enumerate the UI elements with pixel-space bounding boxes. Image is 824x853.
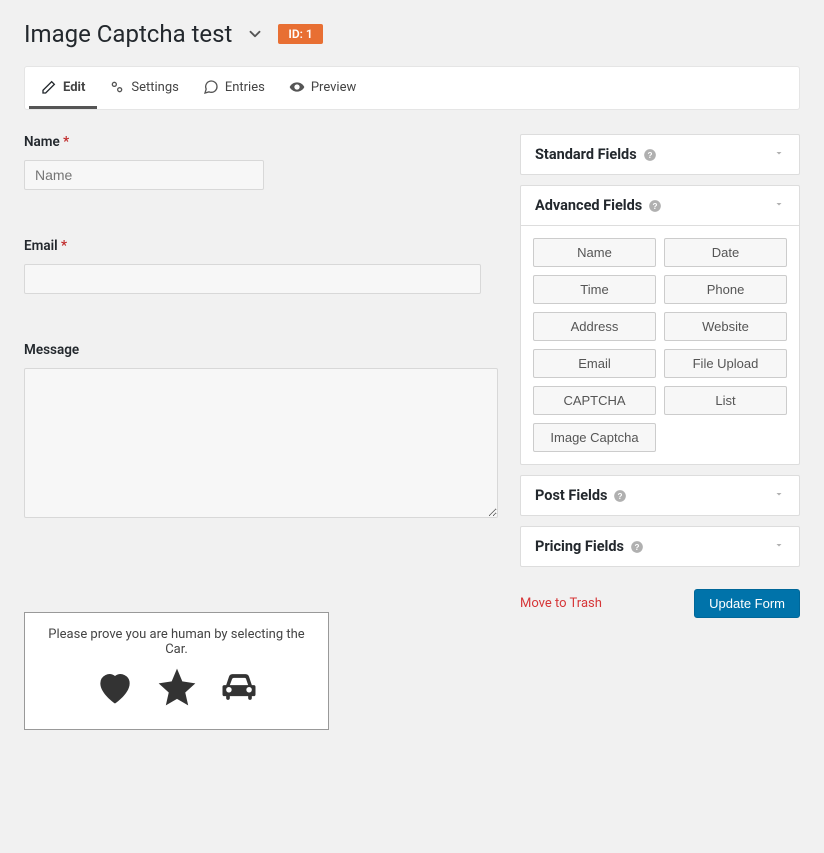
caret-down-icon — [773, 198, 785, 214]
form-canvas: Name * Email * Message Please prove you … — [24, 134, 498, 730]
tab-entries[interactable]: Entries — [191, 67, 277, 109]
form-id-badge: ID: 1 — [278, 24, 322, 44]
update-form-button[interactable]: Update Form — [694, 589, 800, 618]
section-title: Post Fields — [535, 487, 607, 504]
form-switcher-chevron-down-icon[interactable] — [246, 25, 264, 43]
caret-down-icon — [773, 488, 785, 504]
add-field-image-captcha[interactable]: Image Captcha — [533, 423, 656, 452]
caret-down-icon — [773, 147, 785, 163]
fields-sidebar: Standard Fields ? Advanced Fields — [520, 134, 800, 618]
tab-edit[interactable]: Edit — [29, 67, 97, 109]
tab-settings[interactable]: Settings — [97, 67, 190, 109]
required-star: * — [61, 238, 67, 254]
star-icon[interactable] — [155, 665, 199, 713]
name-input[interactable] — [24, 160, 264, 190]
field-email[interactable]: Email * — [24, 238, 498, 294]
field-label-message: Message — [24, 342, 498, 358]
image-captcha-box: Please prove you are human by selecting … — [24, 612, 329, 730]
gear-icon — [109, 79, 125, 95]
tab-label: Edit — [63, 80, 85, 95]
svg-text:?: ? — [618, 491, 623, 500]
message-textarea[interactable] — [24, 368, 498, 518]
caret-down-icon — [773, 539, 785, 555]
pricing-fields-header[interactable]: Pricing Fields ? — [521, 527, 799, 566]
captcha-prompt: Please prove you are human by selecting … — [45, 627, 308, 657]
add-field-name[interactable]: Name — [533, 238, 656, 267]
help-icon[interactable]: ? — [643, 148, 657, 162]
add-field-phone[interactable]: Phone — [664, 275, 787, 304]
tab-preview[interactable]: Preview — [277, 67, 368, 109]
add-field-email[interactable]: Email — [533, 349, 656, 378]
field-label-name: Name * — [24, 134, 498, 150]
svg-text:?: ? — [647, 150, 652, 159]
tab-label: Entries — [225, 80, 265, 95]
add-field-date[interactable]: Date — [664, 238, 787, 267]
advanced-fields-header[interactable]: Advanced Fields ? — [521, 186, 799, 225]
form-actions: Move to Trash Update Form — [520, 589, 800, 618]
form-title: Image Captcha test — [24, 20, 232, 48]
add-field-time[interactable]: Time — [533, 275, 656, 304]
section-title: Pricing Fields — [535, 538, 624, 555]
tab-label: Preview — [311, 80, 356, 95]
tab-label: Settings — [131, 80, 178, 95]
standard-fields-header[interactable]: Standard Fields ? — [521, 135, 799, 174]
email-input[interactable] — [24, 264, 481, 294]
standard-fields-section: Standard Fields ? — [520, 134, 800, 175]
field-label-email: Email * — [24, 238, 498, 254]
svg-text:?: ? — [653, 201, 658, 210]
help-icon[interactable]: ? — [648, 199, 662, 213]
required-star: * — [63, 134, 69, 150]
field-message[interactable]: Message — [24, 342, 498, 522]
add-field-website[interactable]: Website — [664, 312, 787, 341]
edit-icon — [41, 79, 57, 95]
eye-icon — [289, 79, 305, 95]
car-icon[interactable] — [217, 665, 261, 713]
svg-text:?: ? — [634, 542, 639, 551]
section-title: Advanced Fields — [535, 197, 642, 214]
post-fields-header[interactable]: Post Fields ? — [521, 476, 799, 515]
section-title: Standard Fields — [535, 146, 637, 163]
help-icon[interactable]: ? — [613, 489, 627, 503]
add-field-captcha[interactable]: CAPTCHA — [533, 386, 656, 415]
advanced-fields-body: Name Date Time Phone Address Website Ema… — [521, 225, 799, 464]
add-field-address[interactable]: Address — [533, 312, 656, 341]
comment-icon — [203, 79, 219, 95]
pricing-fields-section: Pricing Fields ? — [520, 526, 800, 567]
form-tabs: Edit Settings Entries Preview — [24, 66, 800, 110]
move-to-trash-link[interactable]: Move to Trash — [520, 596, 602, 611]
add-field-file-upload[interactable]: File Upload — [664, 349, 787, 378]
add-field-list[interactable]: List — [664, 386, 787, 415]
help-icon[interactable]: ? — [630, 540, 644, 554]
heart-icon[interactable] — [93, 665, 137, 713]
post-fields-section: Post Fields ? — [520, 475, 800, 516]
advanced-fields-section: Advanced Fields ? Name Date Time Phone A… — [520, 185, 800, 465]
field-name[interactable]: Name * — [24, 134, 498, 190]
